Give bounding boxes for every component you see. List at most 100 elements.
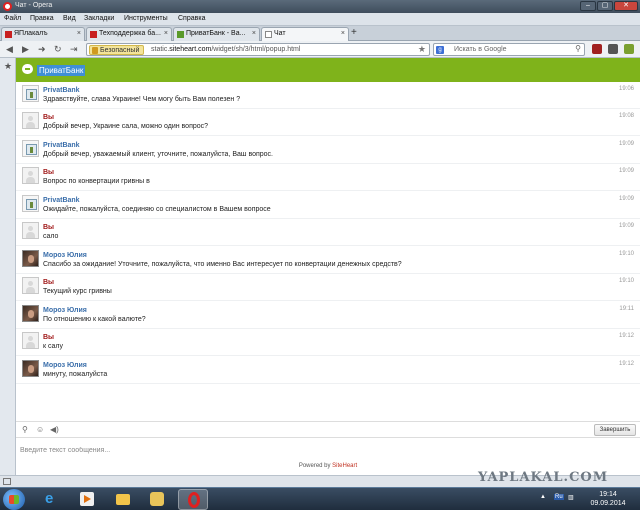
composer-toolbar: ⚲ ☺ ◀) Завершить xyxy=(16,422,640,438)
bookmarks-panel-icon[interactable]: ★ xyxy=(4,61,12,72)
privatbank-avatar xyxy=(22,85,39,102)
security-label: Безопасный xyxy=(100,47,140,54)
message-item: Вы Добрый вечер, Украине сала, можно оди… xyxy=(16,109,640,136)
tab-support[interactable]: Техподдержка ба... × xyxy=(86,27,172,41)
menu-file[interactable]: Файл xyxy=(4,15,21,22)
side-panel: ★ xyxy=(0,58,16,475)
chat-bubble-icon xyxy=(22,64,33,74)
taskbar-clock[interactable]: 19:14 09.09.2014 xyxy=(580,490,636,508)
tab-yaplakal[interactable]: ЯПлакалъ × xyxy=(1,27,85,41)
tab-close-icon[interactable]: × xyxy=(77,30,81,37)
url-text: static.siteheart.com/widget/sh/3/html/po… xyxy=(151,46,300,53)
security-badge[interactable]: Безопасный xyxy=(89,45,145,55)
taskbar-opera[interactable] xyxy=(178,489,208,510)
panel-toggle-icon[interactable] xyxy=(3,478,11,485)
close-window-icon[interactable]: ✕ xyxy=(614,1,638,11)
back-icon[interactable]: ◀ xyxy=(6,44,13,54)
toolbar-panel-icon[interactable] xyxy=(608,44,618,54)
menu-bookmarks[interactable]: Закладки xyxy=(84,15,114,22)
url-path: /widget/sh/3/html/popup.html xyxy=(211,46,301,53)
language-indicator[interactable]: Ru xyxy=(554,494,564,500)
privatbank-favicon-icon xyxy=(177,31,184,38)
menu-tools[interactable]: Инструменты xyxy=(124,15,168,22)
message-item: Мороз Юлия Спасибо за ожидание! Уточните… xyxy=(16,247,640,274)
user-avatar xyxy=(22,222,39,239)
message-sender: PrivatBank xyxy=(43,87,80,94)
message-list[interactable]: PrivatBank Здравствуйте, слава Украине! … xyxy=(16,82,640,422)
network-icon[interactable]: ▥ xyxy=(568,494,574,501)
taskbar: e ▲ Ru ▥ 19:14 09.09.2014 xyxy=(0,487,640,510)
sound-icon[interactable]: ◀) xyxy=(50,425,59,435)
tab-close-icon[interactable]: × xyxy=(164,30,168,37)
message-time: 19:12 xyxy=(618,333,634,339)
url-domain: siteheart.com xyxy=(169,46,212,53)
start-button[interactable] xyxy=(3,489,25,510)
message-time: 19:11 xyxy=(619,306,634,312)
message-sender: PrivatBank xyxy=(43,197,80,204)
message-text: Здравствуйте, слава Украине! Чем могу бы… xyxy=(43,96,241,103)
tab-label: Чат xyxy=(274,30,286,37)
privatbank-avatar xyxy=(22,195,39,212)
message-item: Мороз Юлия По отношению к какой валюте? … xyxy=(16,302,640,329)
message-sender: Мороз Юлия xyxy=(43,252,87,259)
operator-avatar xyxy=(22,250,39,267)
message-time: 19:09 xyxy=(618,141,634,147)
tab-label: ПриватБанк - Ва... xyxy=(186,30,246,37)
message-time: 19:09 xyxy=(618,168,634,174)
message-text: Текущий курс гривны xyxy=(43,288,112,295)
yaplakal-favicon-icon xyxy=(90,31,97,38)
menu-view[interactable]: Вид xyxy=(63,15,76,22)
message-text: сало xyxy=(43,233,59,240)
forward-arrow-icon[interactable]: ➜ xyxy=(38,44,46,54)
play-icon xyxy=(84,495,91,503)
opera-logo-icon[interactable] xyxy=(3,2,12,11)
search-icon[interactable]: ⚲ xyxy=(575,44,581,53)
new-tab-icon[interactable]: + xyxy=(351,27,357,39)
minimize-icon[interactable]: – xyxy=(580,1,596,11)
folder-icon xyxy=(116,494,130,505)
taskbar-explorer[interactable] xyxy=(108,489,138,510)
user-avatar xyxy=(22,332,39,349)
powered-by: Powered by SiteHeart xyxy=(16,463,640,469)
chat-header: ПриватБанк xyxy=(16,58,640,82)
search-box[interactable]: g Искать в Google ⚲ xyxy=(433,43,585,56)
taskbar-media[interactable] xyxy=(72,489,102,510)
fast-forward-icon[interactable]: ⇥ xyxy=(70,44,78,54)
toolbar-extension-icon[interactable] xyxy=(592,44,602,54)
message-item: Мороз Юлия минуту, пожалуйста 19:12 xyxy=(16,357,640,384)
toolbar-addon-icon[interactable] xyxy=(624,44,634,54)
message-item: Вы сало 19:09 xyxy=(16,219,640,246)
taskbar-ie[interactable]: e xyxy=(36,489,66,510)
google-icon[interactable]: g xyxy=(436,46,444,54)
emoji-icon[interactable]: ☺ xyxy=(36,425,44,435)
taskbar-app[interactable] xyxy=(142,489,172,510)
chat-title: ПриватБанк xyxy=(37,65,86,76)
message-input[interactable] xyxy=(16,439,640,461)
tray-arrow-icon[interactable]: ▲ xyxy=(540,494,546,500)
menu-help[interactable]: Справка xyxy=(178,15,205,22)
siteheart-link[interactable]: SiteHeart xyxy=(332,463,357,469)
maximize-icon[interactable]: ▢ xyxy=(597,1,613,11)
bookmark-star-icon[interactable]: ★ xyxy=(418,44,426,55)
tab-label: Техподдержка ба... xyxy=(99,30,161,37)
powered-prefix: Powered by xyxy=(298,463,333,469)
menu-edit[interactable]: Правка xyxy=(30,15,54,22)
attach-icon[interactable]: ⚲ xyxy=(22,425,28,435)
tab-chat[interactable]: Чат × xyxy=(261,27,349,41)
forward-icon[interactable]: ▶ xyxy=(22,44,29,54)
tab-close-icon[interactable]: × xyxy=(341,30,345,37)
tab-bar: ЯПлакалъ × Техподдержка ба... × ПриватБа… xyxy=(0,26,640,41)
finish-chat-button[interactable]: Завершить xyxy=(594,424,636,436)
message-sender: Вы xyxy=(43,334,55,341)
page-favicon-icon xyxy=(265,31,272,38)
reload-icon[interactable]: ↻ xyxy=(54,44,62,54)
tab-privatbank[interactable]: ПриватБанк - Ва... × xyxy=(173,27,260,41)
message-text: Спасибо за ожидание! Уточните, пожалуйст… xyxy=(43,261,402,268)
message-sender: Мороз Юлия xyxy=(43,307,87,314)
address-bar[interactable]: Безопасный static.siteheart.com/widget/s… xyxy=(86,43,430,56)
tab-close-icon[interactable]: × xyxy=(252,30,256,37)
user-avatar xyxy=(22,167,39,184)
message-text: Вопрос по конвертации гривны в xyxy=(43,178,150,185)
lock-icon xyxy=(92,47,98,54)
message-text: Ожидайте, пожалуйста, соединяю со специа… xyxy=(43,206,271,213)
